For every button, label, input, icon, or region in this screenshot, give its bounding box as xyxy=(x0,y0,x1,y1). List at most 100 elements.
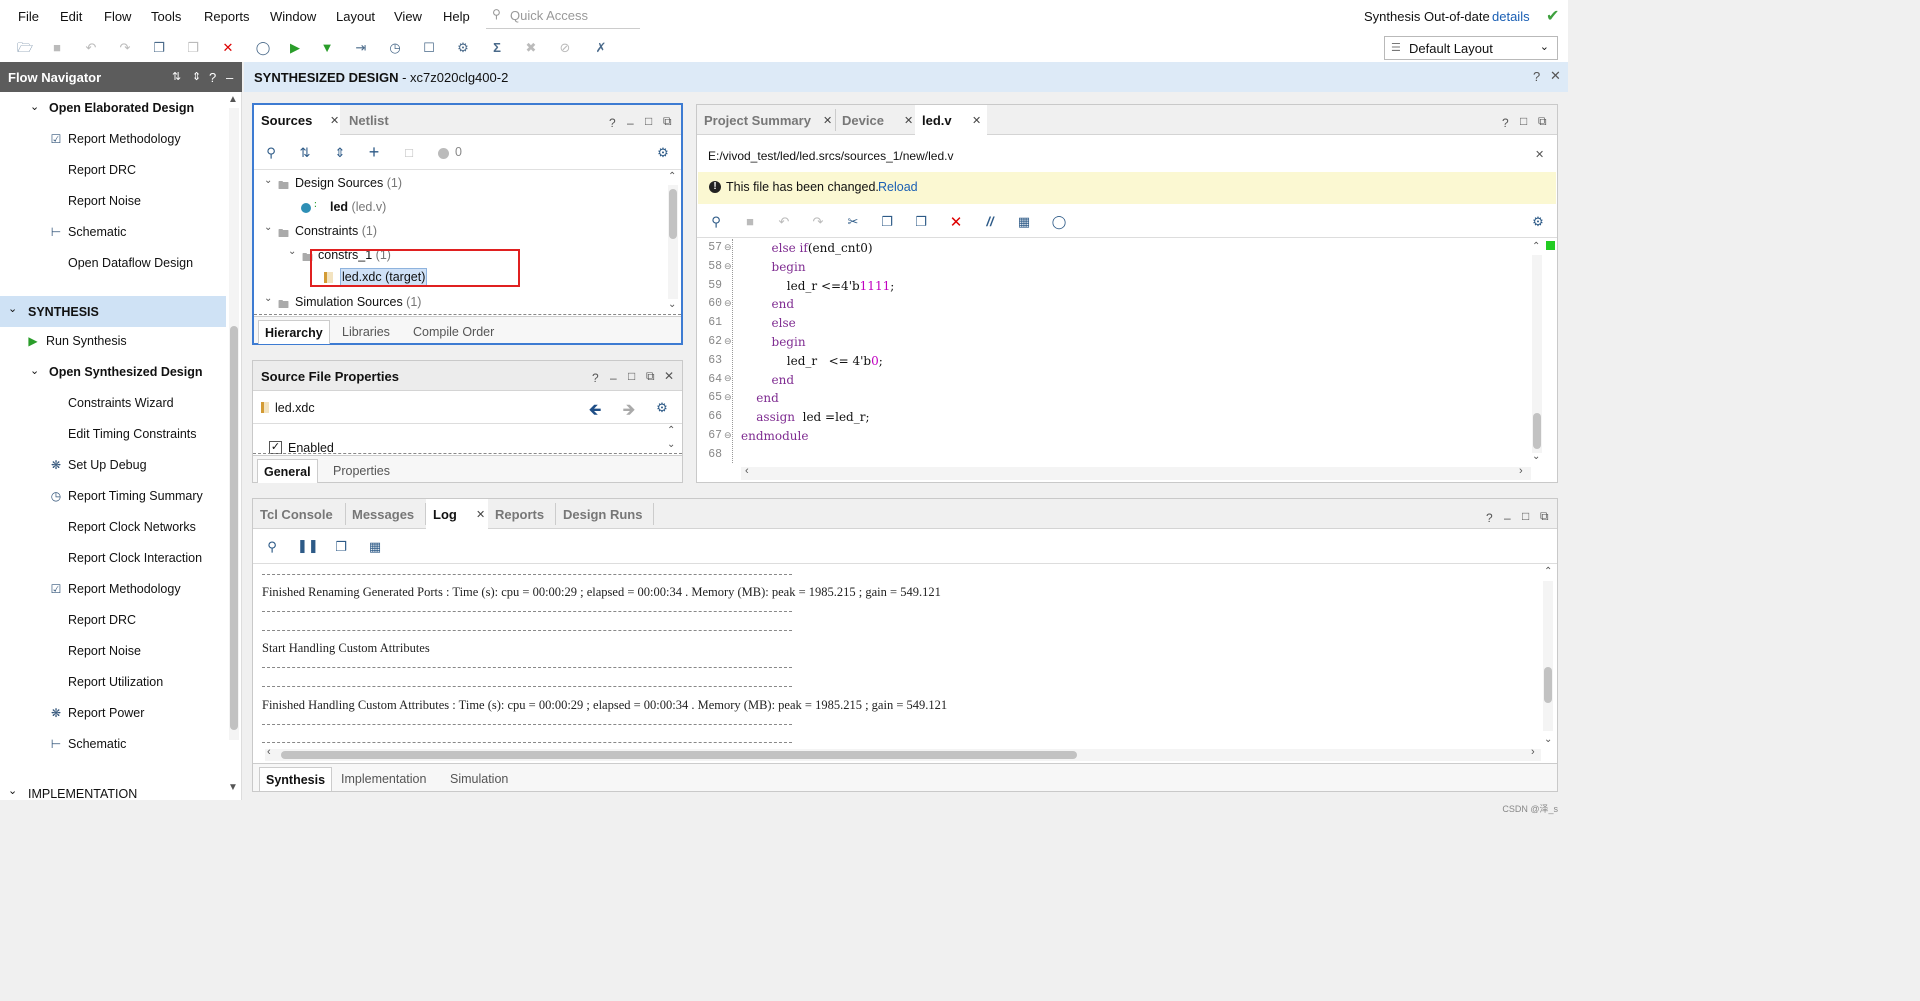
maximize-icon[interactable]: □ xyxy=(1522,509,1529,523)
tab-synthesis[interactable]: Synthesis xyxy=(259,767,333,791)
help-icon[interactable]: ? xyxy=(1502,116,1509,130)
tab-reports[interactable]: Reports xyxy=(488,499,550,529)
comment-icon[interactable]: // xyxy=(981,214,999,229)
tab-project-summary[interactable]: Project Summary xyxy=(697,105,817,135)
sources-scroll-thumb[interactable] xyxy=(669,189,677,239)
paste-icon[interactable]: ❐ xyxy=(912,214,930,230)
cut-icon[interactable]: ✂ xyxy=(844,214,862,230)
nav-report-methodology[interactable]: Report Methodology xyxy=(68,132,181,146)
run-icon[interactable]: ▶ xyxy=(286,39,304,57)
tab-sources[interactable]: Sources xyxy=(254,105,340,135)
tree-simulation-sources[interactable]: Simulation Sources (1) xyxy=(295,295,421,309)
help-icon[interactable]: ? xyxy=(1533,69,1540,84)
tab-general[interactable]: General xyxy=(257,459,318,483)
nav-open-dataflow-design[interactable]: Open Dataflow Design xyxy=(68,256,193,270)
columns-icon[interactable]: ▦ xyxy=(1015,214,1033,230)
scroll-right-icon[interactable]: › xyxy=(1519,465,1523,477)
collapse-all-icon[interactable]: ⇅ xyxy=(296,145,314,161)
search-icon[interactable]: ⚲ xyxy=(263,539,281,555)
redo-icon[interactable]: ↷ xyxy=(809,214,827,230)
maximize-icon[interactable]: □ xyxy=(645,114,652,128)
float-icon[interactable]: ⧉ xyxy=(663,114,672,129)
close-icon[interactable]: ✕ xyxy=(1535,148,1544,161)
close-icon[interactable]: ✕ xyxy=(823,114,832,127)
editor-hscrollbar[interactable]: ‹ › xyxy=(741,465,1531,480)
copy-icon[interactable]: ❐ xyxy=(878,214,896,230)
open-folder-icon[interactable]: 🗁 xyxy=(16,39,34,57)
nav-edit-timing-constraints[interactable]: Edit Timing Constraints xyxy=(68,427,197,441)
chevron-down-icon[interactable]: ⌄ xyxy=(30,364,39,377)
collapse-all-icon[interactable]: ⇅ xyxy=(172,70,181,83)
menu-tools[interactable]: Tools xyxy=(151,9,181,24)
tab-design-runs[interactable]: Design Runs xyxy=(556,499,648,529)
redo-icon[interactable]: ↷ xyxy=(116,39,134,57)
maximize-icon[interactable]: □ xyxy=(628,369,635,383)
sigma-icon[interactable]: Σ xyxy=(488,39,506,57)
delete-icon[interactable]: ✕ xyxy=(219,39,237,57)
nav-report-noise[interactable]: Report Noise xyxy=(68,194,141,208)
save-icon[interactable]: ■ xyxy=(741,214,759,229)
flow-nav-scroll-thumb[interactable] xyxy=(230,326,238,730)
help-icon[interactable]: ? xyxy=(609,116,616,130)
tab-simulation[interactable]: Simulation xyxy=(444,767,514,791)
fold-icon[interactable]: ⊖ xyxy=(724,261,732,272)
nav-report-power[interactable]: Report Power xyxy=(68,706,144,720)
program-device-icon[interactable]: ▼ xyxy=(318,39,336,57)
minimize-icon[interactable]: – xyxy=(627,116,634,130)
float-icon[interactable]: ⧉ xyxy=(1538,114,1547,129)
search-icon[interactable]: ⚲ xyxy=(707,214,725,230)
close-icon[interactable]: ✕ xyxy=(972,114,981,127)
scroll-up-icon[interactable]: ▲ xyxy=(228,94,238,105)
wrench-disabled-icon[interactable]: ✖ xyxy=(522,39,540,57)
close-icon[interactable]: ✕ xyxy=(476,508,485,521)
nav-implementation[interactable]: IMPLEMENTATION xyxy=(28,787,137,798)
nav-open-elaborated-design[interactable]: Open Elaborated Design xyxy=(49,101,194,115)
menu-view[interactable]: View xyxy=(394,9,422,24)
gear-icon[interactable]: ⚙ xyxy=(454,39,472,57)
back-arrow-icon[interactable]: 🡸 xyxy=(586,399,604,426)
chevron-down-icon[interactable]: ⌄ xyxy=(288,246,296,257)
fold-icon[interactable]: ⊖ xyxy=(724,298,732,309)
lightbulb-icon[interactable]: ◯ xyxy=(1050,214,1068,230)
scroll-up-icon[interactable]: ⌃ xyxy=(668,171,676,182)
nav-set-up-debug[interactable]: Set Up Debug xyxy=(68,458,147,472)
scroll-left-icon[interactable]: ‹ xyxy=(267,746,271,758)
no-entry-icon[interactable]: ⊘ xyxy=(556,39,574,57)
chevron-down-icon[interactable]: ⌄ xyxy=(8,784,17,797)
expand-all-icon[interactable]: ⇕ xyxy=(192,70,201,83)
editor-scroll-thumb[interactable] xyxy=(1533,413,1541,449)
tab-libraries[interactable]: Libraries xyxy=(336,320,396,344)
menu-edit[interactable]: Edit xyxy=(60,9,82,24)
tab-implementation[interactable]: Implementation xyxy=(335,767,432,791)
tree-constraints[interactable]: Constraints (1) xyxy=(295,224,377,238)
reload-link[interactable]: Reload xyxy=(878,180,918,194)
fold-icon[interactable]: ⊖ xyxy=(724,392,732,403)
log-hscroll-thumb[interactable] xyxy=(281,751,1077,759)
float-icon[interactable]: ⧉ xyxy=(1540,509,1549,524)
chevron-down-icon[interactable]: ⌄ xyxy=(264,293,272,304)
nav-report-noise-2[interactable]: Report Noise xyxy=(68,644,141,658)
menu-window[interactable]: Window xyxy=(270,9,316,24)
float-icon[interactable]: ⧉ xyxy=(646,369,655,384)
tab-messages[interactable]: Messages xyxy=(345,499,420,529)
tab-tcl-console[interactable]: Tcl Console xyxy=(253,499,339,529)
chevron-down-icon[interactable]: ⌄ xyxy=(264,175,272,186)
pause-icon[interactable]: ❚❚ xyxy=(297,538,319,554)
gear-icon[interactable]: ⚙ xyxy=(1529,214,1547,230)
menu-file[interactable]: File xyxy=(18,9,39,24)
tab-hierarchy[interactable]: Hierarchy xyxy=(258,320,330,344)
clipboard-icon[interactable]: ☐ xyxy=(420,39,438,57)
tools-icon[interactable]: ✗ xyxy=(592,39,610,57)
details-link[interactable]: details xyxy=(1492,9,1530,24)
tab-device[interactable]: Device xyxy=(835,105,890,135)
scroll-right-icon[interactable]: › xyxy=(1531,746,1535,758)
scroll-left-icon[interactable]: ‹ xyxy=(745,465,749,477)
expand-all-icon[interactable]: ⇕ xyxy=(331,145,349,161)
binoculars-icon[interactable]: ◯ xyxy=(254,39,272,57)
minimize-icon[interactable]: – xyxy=(226,70,233,85)
close-icon[interactable]: ✕ xyxy=(664,369,674,383)
paste-icon[interactable]: ❐ xyxy=(184,39,202,57)
scroll-down-icon[interactable]: ⌄ xyxy=(1532,451,1540,462)
layout-select[interactable]: ☰ Default Layout ⌄ xyxy=(1384,36,1558,60)
log-scrollbar[interactable] xyxy=(1543,581,1553,731)
